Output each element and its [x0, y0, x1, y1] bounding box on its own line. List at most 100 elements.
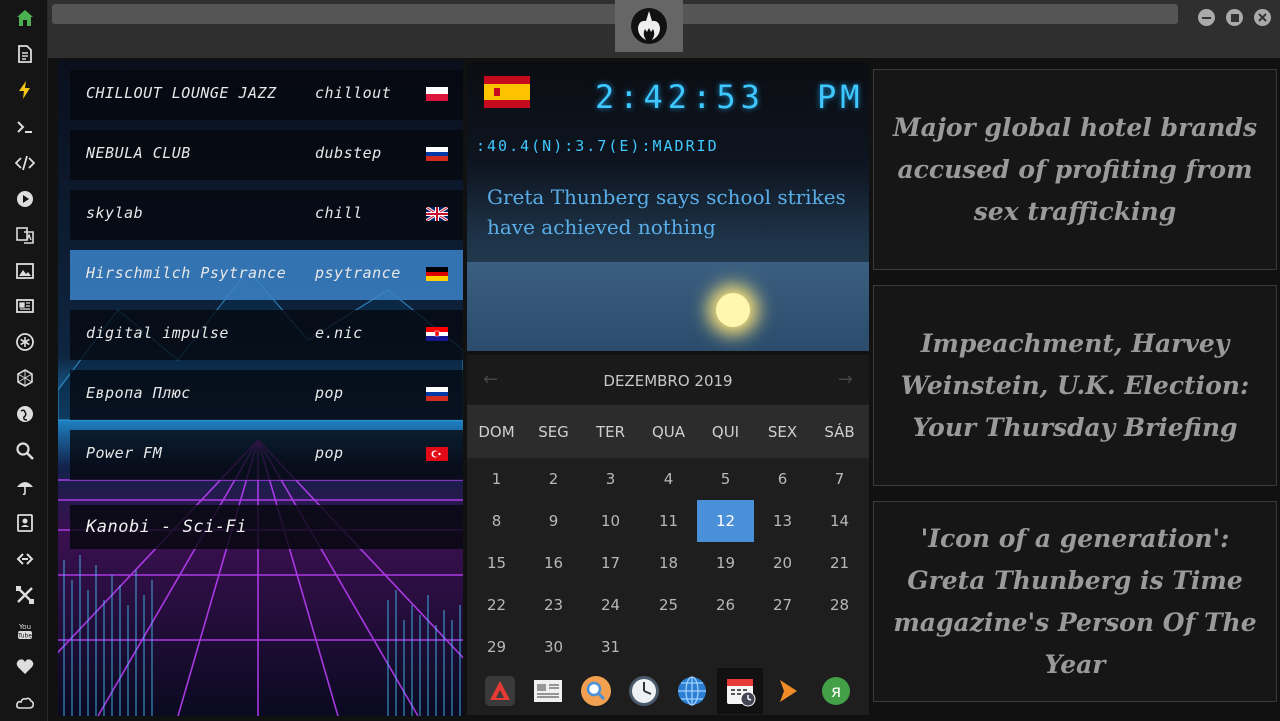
play-icon[interactable] — [14, 188, 36, 210]
calendar-day[interactable]: 23 — [525, 584, 582, 626]
calendar-day[interactable]: 28 — [811, 584, 868, 626]
weekday-label: SEX — [767, 423, 798, 441]
calendar-app-icon[interactable] — [717, 668, 763, 714]
uk-flag-icon — [426, 207, 448, 221]
contacts-icon[interactable] — [14, 512, 36, 534]
app-launcher-icon[interactable] — [477, 668, 523, 714]
calendar-header: ← DEZEMBRO 2019 → — [467, 355, 869, 405]
news-headline: Impeachment, Harvey Weinstein, U.K. Elec… — [900, 328, 1250, 442]
spain-flag-icon — [484, 76, 530, 108]
news-reader-icon[interactable] — [525, 668, 571, 714]
home-icon[interactable] — [14, 7, 36, 29]
station-row[interactable]: Hirschmilch Psytrance psytrance — [70, 250, 463, 300]
link-icon[interactable] — [14, 548, 36, 570]
calendar-day[interactable]: 16 — [525, 542, 582, 584]
weekday-label: DOM — [478, 423, 515, 441]
station-name: NEBULA CLUB — [86, 144, 191, 162]
umbrella-icon[interactable] — [14, 476, 36, 498]
code-icon[interactable] — [14, 152, 36, 174]
now-playing-title: Kanobi - Sci-Fi — [70, 505, 463, 549]
calendar-day[interactable]: 29 — [468, 626, 525, 668]
calendar-day[interactable]: 8 — [468, 500, 525, 542]
calendar-day[interactable]: 31 — [582, 626, 639, 668]
calendar-day[interactable]: 17 — [582, 542, 639, 584]
turkey-flag-icon — [426, 447, 448, 461]
calendar-day[interactable]: 1 — [468, 458, 525, 500]
calendar-day-today[interactable]: 12 — [697, 500, 754, 542]
globe-app-icon[interactable] — [669, 668, 715, 714]
minimize-button[interactable] — [1198, 9, 1215, 26]
calendar-day[interactable]: 24 — [582, 584, 639, 626]
news-headline: Major global hotel brands accused of pro… — [892, 112, 1258, 226]
cloud-icon[interactable] — [14, 692, 36, 714]
station-name: CHILLOUT LOUNGE JAZZ — [86, 84, 277, 102]
news-card[interactable]: Impeachment, Harvey Weinstein, U.K. Elec… — [873, 285, 1277, 486]
translate-icon[interactable] — [14, 224, 36, 246]
calendar-day[interactable]: 10 — [582, 500, 639, 542]
hexagon-icon[interactable] — [14, 367, 36, 389]
app-taskbar: я — [467, 667, 869, 715]
news-card[interactable]: Major global hotel brands accused of pro… — [873, 69, 1277, 270]
clock-location: :40.4(N):3.7(E):MADRID — [476, 137, 719, 155]
rebel-logo-tab[interactable] — [615, 0, 683, 52]
calendar-day[interactable]: 11 — [640, 500, 697, 542]
calendar-day[interactable]: 9 — [525, 500, 582, 542]
tools-icon[interactable] — [14, 584, 36, 606]
terminal-icon[interactable] — [14, 116, 36, 138]
station-row[interactable]: CHILLOUT LOUNGE JAZZ chillout — [70, 70, 463, 120]
calendar-day[interactable]: 6 — [754, 458, 811, 500]
calendar-day[interactable]: 25 — [640, 584, 697, 626]
svg-text:Tube: Tube — [17, 633, 32, 640]
station-row[interactable]: NEBULA CLUB dubstep — [70, 130, 463, 180]
calendar-day[interactable]: 20 — [754, 542, 811, 584]
search-icon[interactable] — [14, 440, 36, 462]
station-row[interactable]: Power FM pop — [70, 430, 463, 480]
station-genre: pop — [315, 444, 344, 462]
heart-icon[interactable] — [14, 656, 36, 678]
maximize-button[interactable] — [1226, 9, 1243, 26]
sun-icon — [716, 293, 750, 327]
clock-time: 2:42:53 — [595, 78, 765, 116]
star-icon[interactable] — [14, 331, 36, 353]
calendar-day[interactable]: 18 — [640, 542, 697, 584]
calendar-day[interactable]: 19 — [697, 542, 754, 584]
station-row[interactable]: digital impulse e.nic — [70, 310, 463, 360]
calendar-day[interactable]: 5 — [697, 458, 754, 500]
station-genre: chill — [315, 204, 363, 222]
calendar-day[interactable]: 2 — [525, 458, 582, 500]
globe-icon[interactable] — [14, 403, 36, 425]
calendar-day[interactable]: 4 — [640, 458, 697, 500]
image-icon[interactable] — [14, 260, 36, 282]
calendar-month-title: DEZEMBRO 2019 — [603, 372, 733, 390]
close-button[interactable] — [1254, 9, 1271, 26]
calendar-day[interactable]: 21 — [811, 542, 868, 584]
calendar-day[interactable]: 7 — [811, 458, 868, 500]
youtube-icon[interactable]: You Tube — [14, 620, 36, 642]
calendar-day[interactable]: 22 — [468, 584, 525, 626]
news-card[interactable]: 'Icon of a generation': Greta Thunberg i… — [873, 501, 1277, 702]
search-app-icon[interactable] — [573, 668, 619, 714]
station-genre: pop — [315, 384, 344, 402]
station-row[interactable]: Европа Плюс pop — [70, 370, 463, 420]
calendar-day[interactable]: 26 — [697, 584, 754, 626]
clock-ampm: PM — [817, 78, 864, 116]
weekday-label: TER — [595, 423, 626, 441]
calendar-day[interactable]: 15 — [468, 542, 525, 584]
clock-app-icon[interactable] — [621, 668, 667, 714]
station-row[interactable]: skylab chill — [70, 190, 463, 240]
station-genre: psytrance — [315, 264, 401, 282]
calendar-day[interactable]: 14 — [811, 500, 868, 542]
document-icon[interactable] — [14, 43, 36, 65]
play-arrow-icon[interactable] — [765, 668, 811, 714]
clock-headline[interactable]: Greta Thunberg says school strikes have … — [487, 182, 847, 242]
calendar-day[interactable]: 30 — [525, 626, 582, 668]
russia-flag-icon — [426, 147, 448, 161]
arrow-right-icon[interactable]: → — [838, 369, 853, 390]
calendar-day[interactable]: 27 — [754, 584, 811, 626]
lightning-icon[interactable] — [14, 79, 36, 101]
yandex-icon[interactable]: я — [813, 668, 859, 714]
calendar-day[interactable]: 3 — [582, 458, 639, 500]
news-icon[interactable] — [14, 295, 36, 317]
calendar-day[interactable]: 13 — [754, 500, 811, 542]
weekday-label: SÁB — [824, 423, 855, 441]
